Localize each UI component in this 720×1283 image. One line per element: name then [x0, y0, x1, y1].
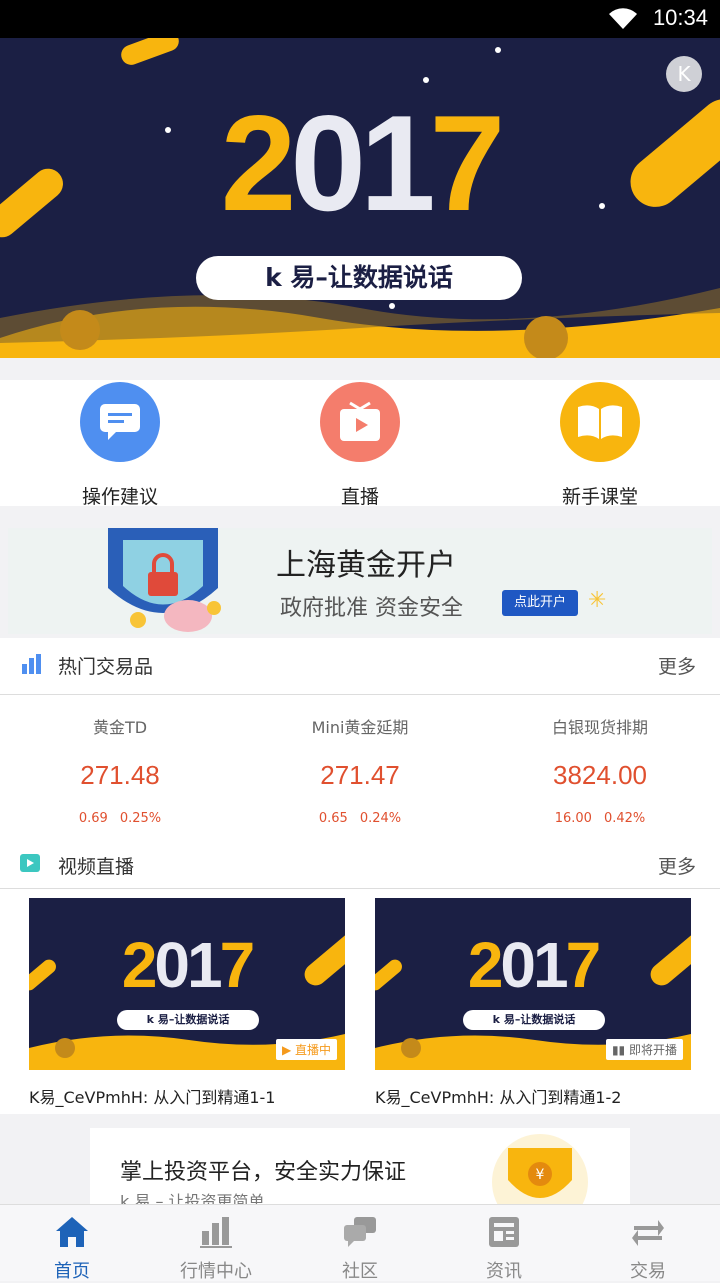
quick-action-label: 直播: [340, 486, 379, 508]
quick-action-label: 新手课堂: [561, 486, 638, 508]
quick-action-live[interactable]: 直播: [240, 380, 480, 509]
video-live-section: 视频直播 更多 2017 k 易–让数据说话 ▶ 直播中 K易_CeVPmhH:…: [0, 836, 720, 1114]
quote-price: 271.48: [80, 760, 160, 790]
quote-change: 0.69: [78, 811, 108, 826]
news-icon: [489, 1217, 519, 1247]
quick-action-label: 操作建议: [81, 486, 158, 508]
video-title: K易_CeVPmhH: 从入门到精通1-1: [29, 1088, 276, 1107]
quote-price: 3824.00: [553, 760, 647, 790]
nav-label: 行情中心: [180, 1261, 252, 1282]
nav-news[interactable]: 资讯: [432, 1205, 576, 1283]
bottom-nav: 首页 行情中心 社区 资讯 交易: [0, 1204, 720, 1283]
banner-title: 上海黄金开户: [276, 548, 456, 583]
hero-banner[interactable]: 2017 k 易–让数据说话 K: [0, 38, 720, 358]
video-card-2[interactable]: 2017 k 易–让数据说话 ▮▮ 即将开播 K易_CeVPmhH: 从入门到精…: [375, 898, 691, 1108]
quote-percent: 0.24%: [359, 811, 402, 826]
tv-small-icon: [20, 854, 40, 872]
section-title: 视频直播: [58, 856, 135, 878]
account-open-banner[interactable]: 上海黄金开户 政府批准 资金安全 点此开户 ✳: [8, 528, 712, 634]
quote-percent: 0.42%: [603, 811, 646, 826]
banner-subtitle: 政府批准 资金安全: [280, 596, 463, 621]
svg-text:¥: ¥: [536, 1167, 545, 1183]
nav-community[interactable]: 社区: [288, 1205, 432, 1283]
chat-icon: [80, 382, 160, 462]
quote-change: 16.00: [554, 811, 592, 826]
tv-icon: [320, 382, 400, 462]
video-thumbnail: 2017 k 易–让数据说话 ▶ 直播中: [29, 898, 345, 1070]
hot-trading-section: 热门交易品 更多 黄金TD 271.48 0.69 0.25% Mini黄金延期 …: [0, 638, 720, 846]
video-thumbnail: 2017 k 易–让数据说话 ▮▮ 即将开播: [375, 898, 691, 1070]
thumb-slogan: k 易–让数据说话: [463, 1010, 605, 1030]
exchange-arrows-icon: [632, 1220, 664, 1246]
quote-price: 271.47: [320, 760, 400, 790]
market-chart-icon: [200, 1217, 232, 1248]
live-badge: ▶ 直播中: [275, 1039, 337, 1060]
book-icon: [560, 382, 640, 462]
status-bar: 10:34: [0, 0, 720, 38]
bar-chart-icon: [22, 654, 41, 674]
home-icon: [56, 1217, 88, 1247]
quote-silver[interactable]: 白银现货排期 3824.00 16.00 0.42%: [480, 694, 720, 826]
quote-mini-gold[interactable]: Mini黄金延期 271.47 0.65 0.24%: [240, 694, 480, 826]
quote-name: Mini黄金延期: [311, 718, 409, 737]
hero-year: 2017: [220, 87, 506, 239]
nav-label: 资讯: [486, 1261, 522, 1282]
section-title: 热门交易品: [58, 656, 154, 678]
hero-slogan: k 易–让数据说话: [196, 256, 522, 300]
video-title: K易_CeVPmhH: 从入门到精通1-2: [375, 1088, 622, 1107]
community-chat-icon: [344, 1217, 376, 1247]
nav-home[interactable]: 首页: [0, 1205, 144, 1283]
thumb-slogan: k 易–让数据说话: [117, 1010, 259, 1030]
nav-trade[interactable]: 交易: [576, 1205, 720, 1283]
safe-shield-icon: ¥: [492, 1134, 588, 1208]
upcoming-badge: ▮▮ 即将开播: [605, 1039, 683, 1060]
quote-gold-td[interactable]: 黄金TD 271.48 0.69 0.25%: [0, 694, 240, 826]
wifi-icon: [609, 8, 637, 29]
quote-change: 0.65: [318, 811, 348, 826]
quick-action-advice[interactable]: 操作建议: [0, 380, 240, 509]
status-time: 10:34: [652, 5, 708, 30]
sparkle-icon: ✳: [588, 588, 607, 613]
promo-title: 掌上投资平台，安全实力保证: [120, 1160, 407, 1185]
more-link[interactable]: 更多: [658, 652, 696, 679]
nav-label: 交易: [630, 1261, 666, 1282]
nav-label: 社区: [342, 1261, 378, 1282]
shield-lock-icon: [108, 528, 221, 632]
more-link[interactable]: 更多: [658, 852, 696, 879]
quote-name: 黄金TD: [92, 718, 148, 737]
nav-label: 首页: [54, 1261, 90, 1282]
quick-action-class[interactable]: 新手课堂: [480, 380, 720, 509]
quick-actions: 操作建议 直播 新手课堂: [0, 380, 720, 509]
quote-name: 白银现货排期: [551, 718, 648, 737]
quote-percent: 0.25%: [119, 811, 162, 826]
hero-close-icon[interactable]: K: [666, 56, 702, 92]
promo-banner[interactable]: 掌上投资平台，安全实力保证 k 易 – 让投资更简单 ¥: [90, 1128, 630, 1208]
video-card-1[interactable]: 2017 k 易–让数据说话 ▶ 直播中 K易_CeVPmhH: 从入门到精通1…: [29, 898, 345, 1108]
nav-market[interactable]: 行情中心: [144, 1205, 288, 1283]
open-account-button[interactable]: 点此开户: [502, 590, 578, 616]
